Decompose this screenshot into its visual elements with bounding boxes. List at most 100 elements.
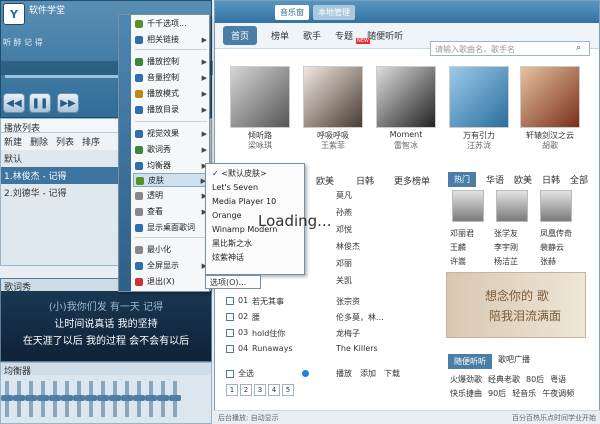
chart-artist[interactable]: 邓丽: [336, 258, 360, 269]
chart-artist[interactable]: 关凯: [336, 275, 360, 286]
song-artist[interactable]: 伦多莫，林...: [336, 312, 384, 323]
menu-item[interactable]: 播放目录 ▶: [133, 103, 209, 117]
row-checkbox[interactable]: [226, 328, 234, 337]
select-all[interactable]: 全选: [226, 368, 254, 379]
artist-name[interactable]: 张学友: [494, 228, 518, 239]
album-artist[interactable]: 雷智冰: [376, 140, 436, 151]
eq-slider[interactable]: [37, 381, 49, 417]
eq-slider[interactable]: [109, 381, 121, 417]
radio-item[interactable]: 火爆劲歌: [450, 374, 482, 385]
tab-local-manage[interactable]: 本地管理: [313, 4, 355, 20]
artist-name[interactable]: 许嵩: [450, 256, 466, 267]
artist-avatar[interactable]: [496, 190, 528, 222]
radio-item[interactable]: 午夜调频: [542, 388, 574, 399]
nav-charts[interactable]: 榜单: [271, 29, 289, 42]
tab-hot[interactable]: 热门: [448, 172, 476, 187]
song-artist[interactable]: The Killers: [336, 344, 378, 353]
menu-item[interactable]: 均衡器▶: [133, 159, 209, 173]
album-artist[interactable]: 汪苏泷: [449, 140, 509, 151]
playlist-tab-list[interactable]: 列表: [56, 135, 74, 148]
artist-name[interactable]: 杨洁芷: [494, 256, 518, 267]
artist-name[interactable]: 张赫: [540, 256, 556, 267]
artist-name[interactable]: 裴静云: [540, 242, 564, 253]
page-button[interactable]: 4: [268, 384, 280, 396]
eq-slider[interactable]: [85, 381, 97, 417]
eq-slider[interactable]: [1, 381, 13, 417]
album-cover[interactable]: [449, 66, 509, 128]
row-checkbox[interactable]: [226, 312, 234, 321]
tab-all[interactable]: 全部: [570, 173, 588, 186]
eq-slider[interactable]: [145, 381, 157, 417]
playlist-tab-new[interactable]: 新建: [4, 135, 22, 148]
playlist-tab-delete[interactable]: 删除: [30, 135, 48, 148]
tab-jpkr-artists[interactable]: 日韩: [542, 173, 560, 186]
song-artist[interactable]: 龙梅子: [336, 328, 360, 339]
tab-jpkr[interactable]: 日韩: [356, 174, 374, 187]
table-row[interactable]: 01 若无其事 张宗资: [226, 296, 436, 312]
menu-item[interactable]: 千千选项...: [133, 17, 209, 31]
eq-slider[interactable]: [121, 381, 133, 417]
skin-option[interactable]: Media Player 10: [212, 196, 276, 208]
album-cover[interactable]: [520, 66, 580, 128]
nav-home[interactable]: 首页: [223, 26, 258, 45]
song-title[interactable]: Runaways: [252, 344, 293, 353]
tab-western[interactable]: 欧美: [316, 174, 334, 187]
table-row[interactable]: 02 腰 伦多莫，林...: [226, 312, 436, 328]
menu-item[interactable]: 音量控制 ▶: [133, 71, 209, 85]
page-button[interactable]: 1: [226, 384, 238, 396]
page-button[interactable]: 5: [282, 384, 294, 396]
radio-item[interactable]: 轻音乐: [512, 388, 536, 399]
eq-slider[interactable]: [97, 381, 109, 417]
download-button[interactable]: 下载: [384, 368, 400, 379]
album-cover[interactable]: [376, 66, 436, 128]
album-cover[interactable]: [303, 66, 363, 128]
menu-item[interactable]: 透明▶: [133, 189, 209, 203]
radio-item[interactable]: 80后: [526, 374, 544, 385]
prev-button[interactable]: ◀◀: [3, 93, 25, 113]
row-checkbox[interactable]: [226, 344, 234, 353]
nav-random[interactable]: 随便听听: [367, 29, 403, 42]
song-title[interactable]: 腰: [252, 312, 260, 323]
artist-name[interactable]: 凤凰传奇: [540, 228, 572, 239]
album-artist[interactable]: 王紫菲: [303, 140, 363, 151]
menu-item[interactable]: 视觉效果 ▶: [133, 127, 209, 141]
artist-avatar[interactable]: [452, 190, 484, 222]
song-title[interactable]: 若无其事: [252, 296, 284, 307]
menu-item[interactable]: 查看▶: [133, 205, 209, 219]
chart-artist[interactable]: 莫凡: [336, 190, 360, 201]
radio-item[interactable]: 90后: [488, 388, 506, 399]
eq-slider[interactable]: [157, 381, 169, 417]
play-button[interactable]: 播放: [336, 368, 352, 379]
eq-slider[interactable]: [73, 381, 85, 417]
next-button[interactable]: ▶▶: [57, 93, 79, 113]
menu-item[interactable]: 全屏显示▶: [133, 259, 209, 273]
song-title[interactable]: hold住你: [252, 328, 285, 339]
tab-music-window[interactable]: 音乐窗: [275, 4, 309, 20]
eq-slider[interactable]: [61, 381, 73, 417]
row-checkbox[interactable]: [226, 296, 234, 305]
skin-options-item[interactable]: 选项(O)...: [205, 275, 261, 289]
skin-option[interactable]: 黑比斯之水: [212, 238, 252, 250]
eq-slider[interactable]: [133, 381, 145, 417]
chart-artist[interactable]: 林俊杰: [336, 241, 360, 252]
menu-item[interactable]: 播放控制 ▶: [133, 55, 209, 69]
skin-option[interactable]: 炫紫神话: [212, 252, 244, 264]
nav-topics[interactable]: 专题: [335, 29, 353, 42]
search-icon[interactable]: ⌕: [576, 43, 581, 53]
tab-random-radio[interactable]: 随便听听: [448, 354, 492, 369]
menu-item[interactable]: 播放模式 ▶: [133, 87, 209, 101]
menu-item[interactable]: 退出(X): [133, 275, 209, 289]
page-button[interactable]: 2: [240, 384, 252, 396]
skin-option[interactable]: ✓ <默认皮肤>: [212, 168, 267, 180]
menu-item[interactable]: 最小化: [133, 243, 209, 257]
add-button[interactable]: 添加: [360, 368, 376, 379]
eq-slider[interactable]: [25, 381, 37, 417]
menu-item[interactable]: 显示桌面歌词: [133, 221, 209, 235]
album-artist[interactable]: 梁咏琪: [230, 140, 290, 151]
eq-slider[interactable]: [169, 381, 181, 417]
artist-avatar[interactable]: [540, 190, 572, 222]
artist-name[interactable]: 邓丽君: [450, 228, 474, 239]
radio-item[interactable]: 经典老歌: [488, 374, 520, 385]
chart-artist[interactable]: 邓悦: [336, 224, 360, 235]
song-artist[interactable]: 张宗资: [336, 296, 360, 307]
